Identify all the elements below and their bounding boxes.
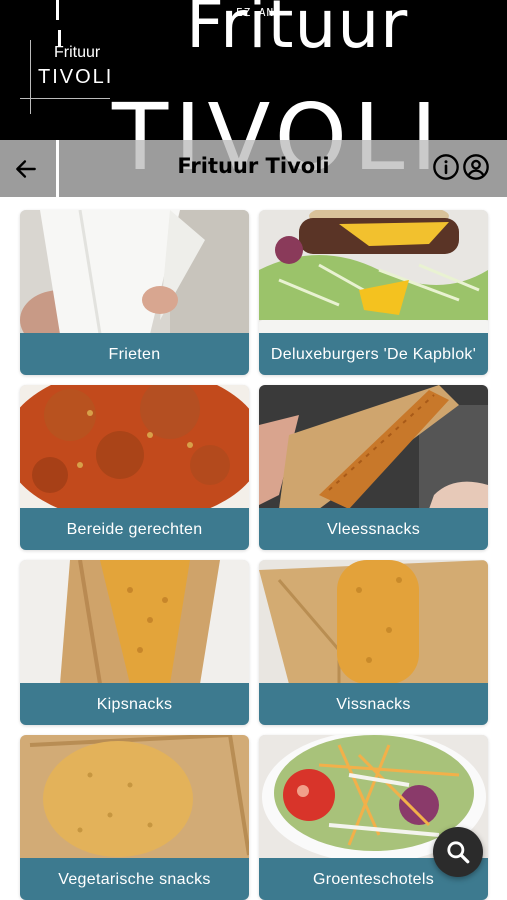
banner-divider bbox=[56, 0, 59, 20]
logo-text-bottom: TIVOLI bbox=[38, 66, 114, 88]
burger-image bbox=[259, 210, 488, 334]
brand-logo: Frituur TIVOLI bbox=[20, 30, 116, 118]
app-toolbar: Frituur Tivoli bbox=[0, 140, 507, 197]
chicken-snack-image bbox=[20, 560, 249, 684]
logo-text-top: Frituur bbox=[54, 44, 101, 61]
category-tile-bereide-gerechten[interactable]: Bereide gerechten bbox=[20, 385, 249, 550]
category-grid: Frieten Deluxeburgers 'De Kapblok' Berei… bbox=[20, 210, 488, 900]
category-label: Bereide gerechten bbox=[20, 508, 249, 550]
category-label: Vegetarische snacks bbox=[20, 858, 249, 900]
banner-headline-top: Frituur bbox=[186, 0, 409, 63]
veggie-snack-image bbox=[20, 735, 249, 859]
logo-rule bbox=[30, 40, 31, 114]
category-tile-vegetarische-snacks[interactable]: Vegetarische snacks bbox=[20, 735, 249, 900]
search-button[interactable] bbox=[433, 827, 483, 877]
category-label: Vleessnacks bbox=[259, 508, 488, 550]
fries-image bbox=[20, 210, 249, 334]
info-icon bbox=[433, 154, 459, 180]
account-button[interactable] bbox=[462, 153, 490, 181]
meat-snack-image bbox=[259, 385, 488, 509]
search-icon bbox=[447, 841, 470, 864]
user-circle-icon bbox=[463, 154, 489, 180]
stew-image bbox=[20, 385, 249, 509]
category-tile-kipsnacks[interactable]: Kipsnacks bbox=[20, 560, 249, 725]
fish-snack-image bbox=[259, 560, 488, 684]
category-label: Vissnacks bbox=[259, 683, 488, 725]
category-tile-vleessnacks[interactable]: Vleessnacks bbox=[259, 385, 488, 550]
logo-rule bbox=[20, 98, 110, 99]
info-button[interactable] bbox=[432, 153, 460, 181]
category-label: Kipsnacks bbox=[20, 683, 249, 725]
page-title: Frituur Tivoli bbox=[177, 154, 330, 178]
category-tile-vissnacks[interactable]: Vissnacks bbox=[259, 560, 488, 725]
category-tile-deluxeburgers[interactable]: Deluxeburgers 'De Kapblok' bbox=[259, 210, 488, 375]
category-label: Deluxeburgers 'De Kapblok' bbox=[259, 333, 488, 375]
category-tile-frieten[interactable]: Frieten bbox=[20, 210, 249, 375]
category-label: Frieten bbox=[20, 333, 249, 375]
